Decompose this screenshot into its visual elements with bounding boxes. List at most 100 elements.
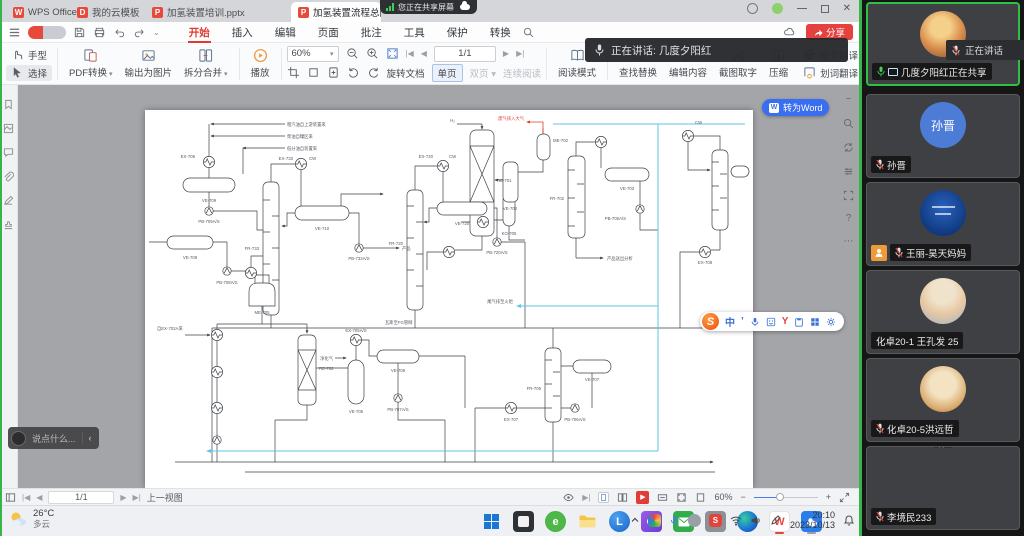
menu-home[interactable]: 开始 [178, 22, 221, 43]
prev-page-icon[interactable]: ◀ [421, 49, 427, 58]
settings-tool-icon[interactable] [843, 166, 854, 177]
participant-tile[interactable]: 王丽-昊天妈妈 [866, 182, 1020, 266]
ime-emoji-icon[interactable] [766, 317, 776, 327]
menu-edit[interactable]: 编辑 [264, 22, 307, 43]
tray-color-icon[interactable] [648, 514, 661, 527]
ime-skin-icon[interactable]: Y [782, 316, 789, 327]
comment-icon[interactable] [3, 147, 14, 158]
save-icon[interactable] [73, 26, 86, 39]
convert-to-word-button[interactable]: W 转为Word [762, 99, 829, 116]
browser-360-icon[interactable]: e [544, 509, 567, 534]
menu-page[interactable]: 页面 [307, 22, 350, 43]
ime-punctuation[interactable]: ’ [741, 316, 744, 327]
actual-size-icon[interactable] [695, 492, 706, 503]
hamburger-icon[interactable] [8, 26, 21, 39]
menu-protect[interactable]: 保护 [436, 22, 479, 43]
ime-toolbox-icon[interactable] [810, 317, 820, 327]
restore-button[interactable] [821, 5, 829, 13]
search-tool-icon[interactable] [843, 118, 854, 129]
chevron-down-icon[interactable]: ⌄ [153, 28, 160, 37]
file-explorer-icon[interactable] [576, 509, 599, 534]
next-page-icon[interactable]: ▶ [503, 49, 509, 58]
sogou-tray-icon[interactable]: S [709, 514, 722, 527]
ime-mode-chinese[interactable]: 中 [725, 314, 735, 329]
tab-pdf-active[interactable]: P 加氢装置流程总图20... [291, 2, 381, 22]
prev-page-icon[interactable]: ◀ [36, 493, 42, 502]
cloud-sync-icon[interactable] [783, 26, 796, 39]
signature-icon[interactable] [3, 195, 14, 206]
sync-tool-icon[interactable] [843, 142, 854, 153]
meeting-chat-bar[interactable]: 说点什么... ‹ [8, 427, 99, 449]
pdf-convert-button[interactable]: PDF转换 ▾ [63, 48, 118, 79]
zoom-out-icon[interactable] [346, 47, 359, 60]
first-page-icon[interactable]: |◀ [22, 493, 30, 502]
profile-chip[interactable] [28, 26, 66, 39]
fullscreen-icon[interactable] [839, 492, 850, 503]
participant-tile[interactable]: 化卓20-1 王孔发 25 [866, 270, 1020, 354]
pen-input-icon[interactable] [770, 515, 782, 526]
continuous-read-button[interactable]: 连续阅读 [503, 66, 541, 80]
double-page-button[interactable]: 双页 ▾ [470, 66, 496, 80]
export-image-button[interactable]: 输出为图片 [119, 48, 179, 79]
tray-mic-icon[interactable] [669, 515, 680, 526]
collapse-chat-icon[interactable]: ‹ [89, 433, 92, 443]
wifi-icon[interactable] [730, 515, 742, 526]
hand-tool-button[interactable]: 手型 [6, 47, 52, 63]
insert-page-icon[interactable] [327, 66, 340, 79]
menu-comment[interactable]: 批注 [350, 22, 393, 43]
zoom-in-button[interactable]: + [826, 492, 831, 502]
rotate-left-icon[interactable] [347, 66, 360, 79]
fit-page-icon[interactable] [386, 47, 399, 60]
fullscreen-tool-icon[interactable] [843, 190, 854, 201]
first-page-icon[interactable]: |◀ [406, 49, 414, 58]
fit-page-icon[interactable] [676, 492, 687, 503]
ime-settings-icon[interactable] [826, 317, 836, 327]
redo-icon[interactable] [133, 26, 146, 39]
tray-expand-icon[interactable] [630, 515, 640, 525]
fit-width-icon[interactable] [657, 492, 668, 503]
last-page-icon[interactable]: ▶| [133, 493, 141, 502]
page-indicator[interactable]: 1/1 [48, 491, 114, 504]
help-icon[interactable]: ? [846, 214, 852, 224]
stamp-icon[interactable] [3, 219, 14, 230]
participant-tile[interactable]: 化卓20-5洪远哲 [866, 358, 1020, 442]
pdf-page[interactable]: 粗汽油自上游装置来 柴油自罐区来 低分油自装置来 CW EX-709 VE-70… [145, 110, 753, 488]
next-page-icon[interactable]: ▶ [120, 493, 126, 502]
ime-clipboard-icon[interactable] [794, 317, 804, 327]
jump-icon[interactable]: ▶| [582, 493, 590, 502]
rotate-right-icon[interactable] [367, 66, 380, 79]
play-button[interactable]: 播放 [245, 48, 276, 79]
tab-cloud-templates[interactable]: D 我的云模板 [70, 2, 147, 22]
split-merge-button[interactable]: 拆分合并 ▾ [178, 48, 233, 79]
theme-icon[interactable] [747, 3, 758, 14]
search-menu-icon[interactable] [522, 26, 535, 39]
participant-tile[interactable]: apple 李境民233 [866, 446, 1020, 530]
sidebar-toggle-icon[interactable] [5, 492, 16, 503]
prev-view-button[interactable]: 上一视图 [147, 491, 183, 504]
ime-mic-icon[interactable] [750, 317, 760, 327]
attachment-icon[interactable] [3, 171, 14, 182]
zoom-out-button[interactable]: − [740, 492, 745, 502]
single-page-button[interactable]: 单页 [432, 64, 463, 82]
start-button[interactable] [480, 509, 503, 534]
collapse-icon[interactable]: − [846, 95, 852, 105]
menu-tools[interactable]: 工具 [393, 22, 436, 43]
lenovo-app-icon[interactable]: L [608, 509, 631, 534]
select-tool-button[interactable]: 选择 [6, 65, 52, 81]
frame-icon[interactable] [307, 66, 320, 79]
crop-icon[interactable] [287, 66, 300, 79]
zoom-in-icon[interactable] [366, 47, 379, 60]
view-options-icon[interactable] [563, 492, 574, 503]
last-page-icon[interactable]: ▶| [516, 49, 524, 58]
taskbar-weather[interactable]: 26°C多云 [8, 509, 54, 529]
volume-icon[interactable] [750, 515, 762, 526]
zoom-select[interactable]: 60%▾ [287, 46, 339, 62]
thumbnail-icon[interactable] [3, 123, 14, 134]
minimize-button[interactable] [797, 8, 807, 10]
more-icon[interactable]: ⋯ [844, 237, 854, 247]
zoom-slider[interactable] [754, 491, 818, 503]
tab-pptx[interactable]: P 加氢装置培训.pptx [145, 2, 252, 22]
menu-insert[interactable]: 插入 [221, 22, 264, 43]
rotate-doc-button[interactable]: 旋转文档 [387, 66, 425, 80]
page-indicator[interactable]: 1/1 [434, 46, 496, 62]
